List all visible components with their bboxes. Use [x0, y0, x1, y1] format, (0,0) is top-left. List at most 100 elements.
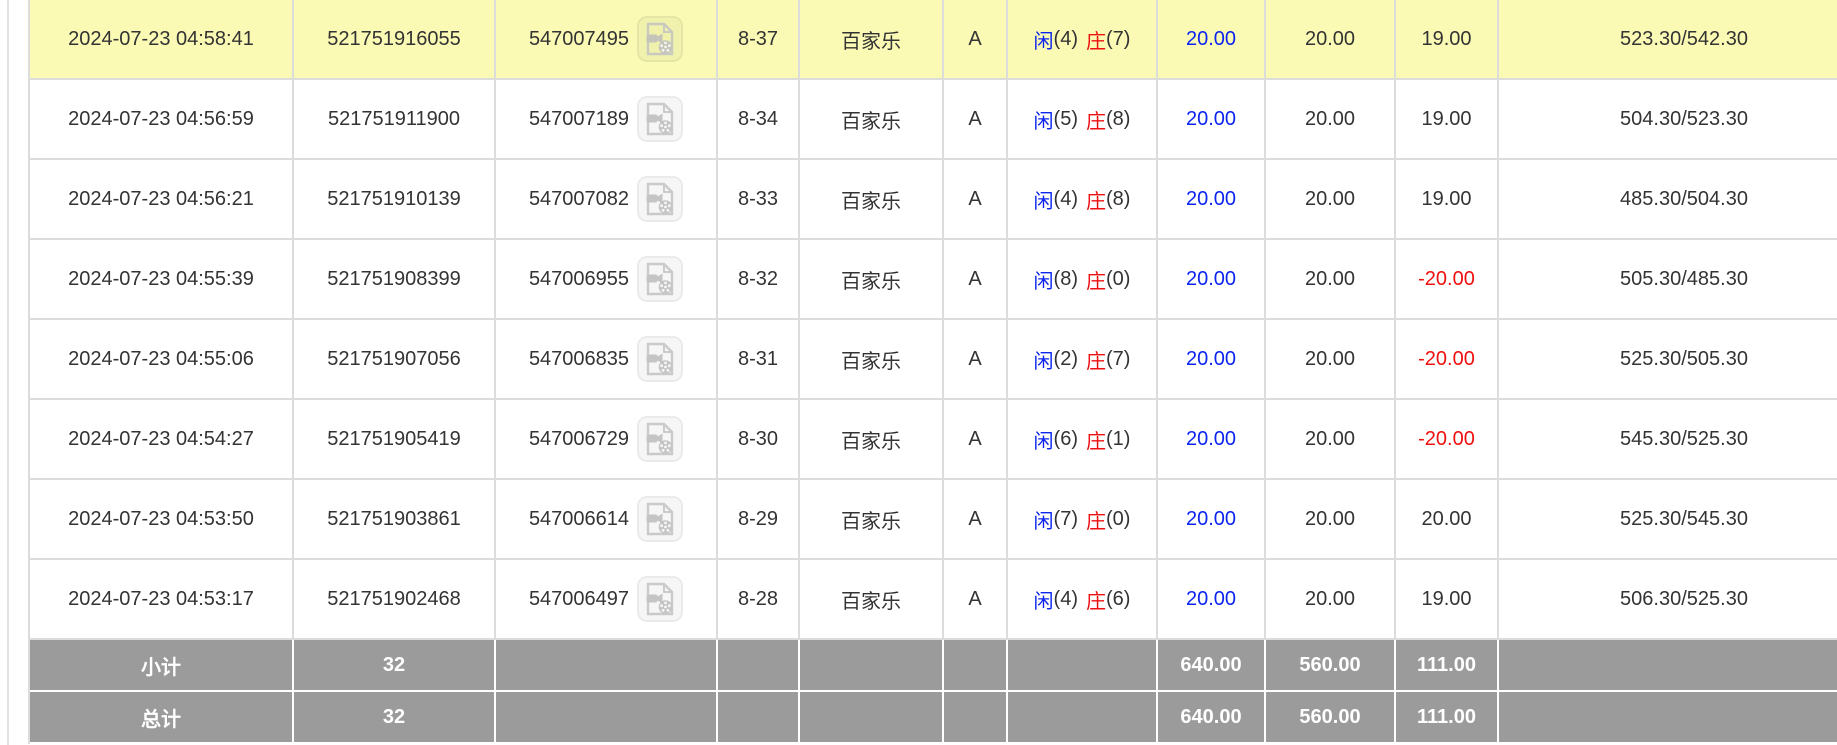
- summary-count: 32: [294, 692, 496, 742]
- bet-amount-link[interactable]: 20.00: [1186, 268, 1236, 291]
- cell-round: 8-29: [718, 480, 800, 558]
- video-replay-button[interactable]: [637, 496, 683, 542]
- bet-amount-link[interactable]: 20.00: [1186, 428, 1236, 451]
- cell-balance: 504.30/523.30: [1499, 80, 1837, 158]
- banker-points: (8): [1106, 188, 1130, 211]
- player-label: 闲: [1034, 425, 1054, 454]
- banker-points: (8): [1106, 108, 1130, 131]
- summary-winloss-total: 111.00: [1396, 640, 1499, 690]
- cell-result: 闲(7)庄(0): [1008, 480, 1158, 558]
- table-summary: 小计 32 640.00 560.00 111.00 总计 32 640.00 …: [30, 640, 1837, 744]
- cell-bet-time: 2024-07-23 04:55:06: [30, 320, 294, 398]
- video-replay-button[interactable]: [637, 176, 683, 222]
- player-label: 闲: [1034, 345, 1054, 374]
- game-id-text: 547006955: [529, 268, 629, 291]
- player-label: 闲: [1034, 585, 1054, 614]
- video-replay-button[interactable]: [637, 336, 683, 382]
- game-id-text: 547006497: [529, 588, 629, 611]
- panel-left-border: [7, 0, 9, 745]
- video-replay-button[interactable]: [637, 416, 683, 462]
- summary-empty: [944, 692, 1008, 742]
- video-replay-button[interactable]: [637, 16, 683, 62]
- cell-valid-amount: 20.00: [1266, 0, 1396, 78]
- player-label: 闲: [1034, 25, 1054, 54]
- summary-row: 总计 32 640.00 560.00 111.00: [30, 692, 1837, 744]
- summary-bet-total: 640.00: [1158, 640, 1266, 690]
- cell-table-code: A: [944, 160, 1008, 238]
- cell-valid-amount: 20.00: [1266, 480, 1396, 558]
- cell-table-code: A: [944, 480, 1008, 558]
- table-row[interactable]: 2024-07-23 04:56:59 521751911900 5470071…: [30, 80, 1837, 160]
- table-row[interactable]: 2024-07-23 04:58:41 521751916055 5470074…: [30, 0, 1837, 80]
- cell-valid-amount: 20.00: [1266, 80, 1396, 158]
- summary-valid-total: 560.00: [1266, 640, 1396, 690]
- video-file-icon: [645, 342, 675, 376]
- summary-empty: [496, 692, 718, 742]
- cell-valid-amount: 20.00: [1266, 400, 1396, 478]
- summary-empty: [718, 640, 800, 690]
- cell-valid-amount: 20.00: [1266, 560, 1396, 638]
- bet-amount-link[interactable]: 20.00: [1186, 108, 1236, 131]
- cell-bet-id: 521751908399: [294, 240, 496, 318]
- cell-bet-time: 2024-07-23 04:56:59: [30, 80, 294, 158]
- bet-history-table: 2024-07-23 04:58:41 521751916055 5470074…: [28, 0, 1837, 744]
- cell-bet-id: 521751911900: [294, 80, 496, 158]
- table-row[interactable]: 2024-07-23 04:53:50 521751903861 5470066…: [30, 480, 1837, 560]
- cell-result: 闲(4)庄(8): [1008, 160, 1158, 238]
- table-row[interactable]: 2024-07-23 04:54:27 521751905419 5470067…: [30, 400, 1837, 480]
- summary-label: 总计: [30, 692, 294, 742]
- banker-label: 庄: [1086, 345, 1106, 374]
- player-points: (8): [1054, 268, 1078, 291]
- cell-game-type: 百家乐: [800, 80, 944, 158]
- banker-label: 庄: [1086, 585, 1106, 614]
- player-points: (4): [1054, 588, 1078, 611]
- summary-count: 32: [294, 640, 496, 690]
- table-row[interactable]: 2024-07-23 04:53:17 521751902468 5470064…: [30, 560, 1837, 640]
- cell-round: 8-31: [718, 320, 800, 398]
- video-file-icon: [645, 582, 675, 616]
- bet-amount-link[interactable]: 20.00: [1186, 588, 1236, 611]
- cell-game-type: 百家乐: [800, 560, 944, 638]
- bet-amount-link[interactable]: 20.00: [1186, 508, 1236, 531]
- player-points: (4): [1054, 188, 1078, 211]
- cell-bet-time: 2024-07-23 04:55:39: [30, 240, 294, 318]
- banker-points: (7): [1106, 28, 1130, 51]
- cell-bet-amount: 20.00: [1158, 560, 1266, 638]
- bet-amount-link[interactable]: 20.00: [1186, 28, 1236, 51]
- cell-table-code: A: [944, 560, 1008, 638]
- summary-winloss-total: 111.00: [1396, 692, 1499, 742]
- cell-table-code: A: [944, 80, 1008, 158]
- player-label: 闲: [1034, 105, 1054, 134]
- cell-bet-time: 2024-07-23 04:54:27: [30, 400, 294, 478]
- video-replay-button[interactable]: [637, 256, 683, 302]
- video-file-icon: [645, 182, 675, 216]
- summary-empty: [1499, 692, 1837, 742]
- banker-points: (0): [1106, 508, 1130, 531]
- cell-table-code: A: [944, 400, 1008, 478]
- player-points: (4): [1054, 28, 1078, 51]
- banker-points: (7): [1106, 348, 1130, 371]
- cell-win-loss: -20.00: [1396, 320, 1499, 398]
- banker-points: (0): [1106, 268, 1130, 291]
- cell-game-id: 547007495: [496, 0, 718, 78]
- video-file-icon: [645, 502, 675, 536]
- table-row[interactable]: 2024-07-23 04:55:06 521751907056 5470068…: [30, 320, 1837, 400]
- cell-bet-id: 521751902468: [294, 560, 496, 638]
- cell-round: 8-37: [718, 0, 800, 78]
- game-id-text: 547007495: [529, 28, 629, 51]
- cell-win-loss: 19.00: [1396, 560, 1499, 638]
- video-replay-button[interactable]: [637, 576, 683, 622]
- bet-amount-link[interactable]: 20.00: [1186, 188, 1236, 211]
- cell-game-id: 547007082: [496, 160, 718, 238]
- cell-game-type: 百家乐: [800, 480, 944, 558]
- video-file-icon: [645, 22, 675, 56]
- player-label: 闲: [1034, 265, 1054, 294]
- summary-empty: [496, 640, 718, 690]
- cell-game-id: 547006497: [496, 560, 718, 638]
- video-replay-button[interactable]: [637, 96, 683, 142]
- cell-bet-time: 2024-07-23 04:58:41: [30, 0, 294, 78]
- table-row[interactable]: 2024-07-23 04:56:21 521751910139 5470070…: [30, 160, 1837, 240]
- bet-amount-link[interactable]: 20.00: [1186, 348, 1236, 371]
- game-id-text: 547006729: [529, 428, 629, 451]
- table-row[interactable]: 2024-07-23 04:55:39 521751908399 5470069…: [30, 240, 1837, 320]
